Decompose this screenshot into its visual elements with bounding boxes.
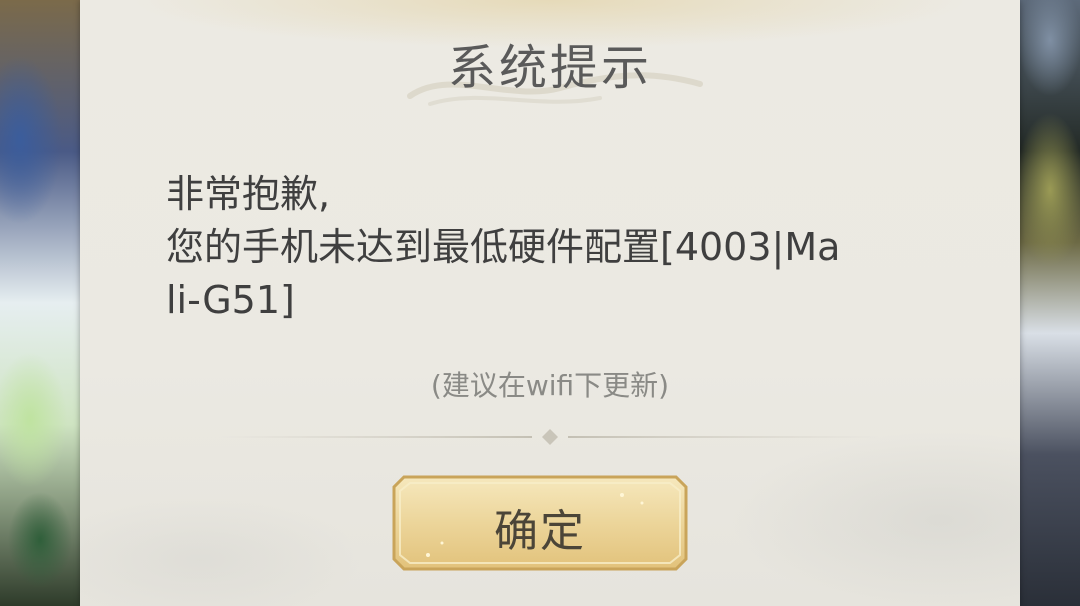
dialog-title: 系统提示 xyxy=(447,40,652,96)
message-line: 您的手机未达到最低硬件配置[4003|Ma xyxy=(166,225,841,269)
diamond-ornament-icon xyxy=(542,429,558,445)
divider xyxy=(220,429,880,445)
wifi-update-hint: (建议在wifi下更新) xyxy=(430,369,670,402)
background-art-left xyxy=(0,0,90,606)
confirm-button-label: 确定 xyxy=(494,506,586,557)
system-prompt-dialog: 系统提示 非常抱歉, 您的手机未达到最低硬件配置[4003|Ma li-G51]… xyxy=(80,0,1020,606)
message-line: 非常抱歉, xyxy=(166,172,331,216)
confirm-button[interactable]: 确定 xyxy=(390,473,690,573)
dialog-message: 非常抱歉, 您的手机未达到最低硬件配置[4003|Ma li-G51] xyxy=(166,168,946,327)
message-line: li-G51] xyxy=(166,278,295,322)
